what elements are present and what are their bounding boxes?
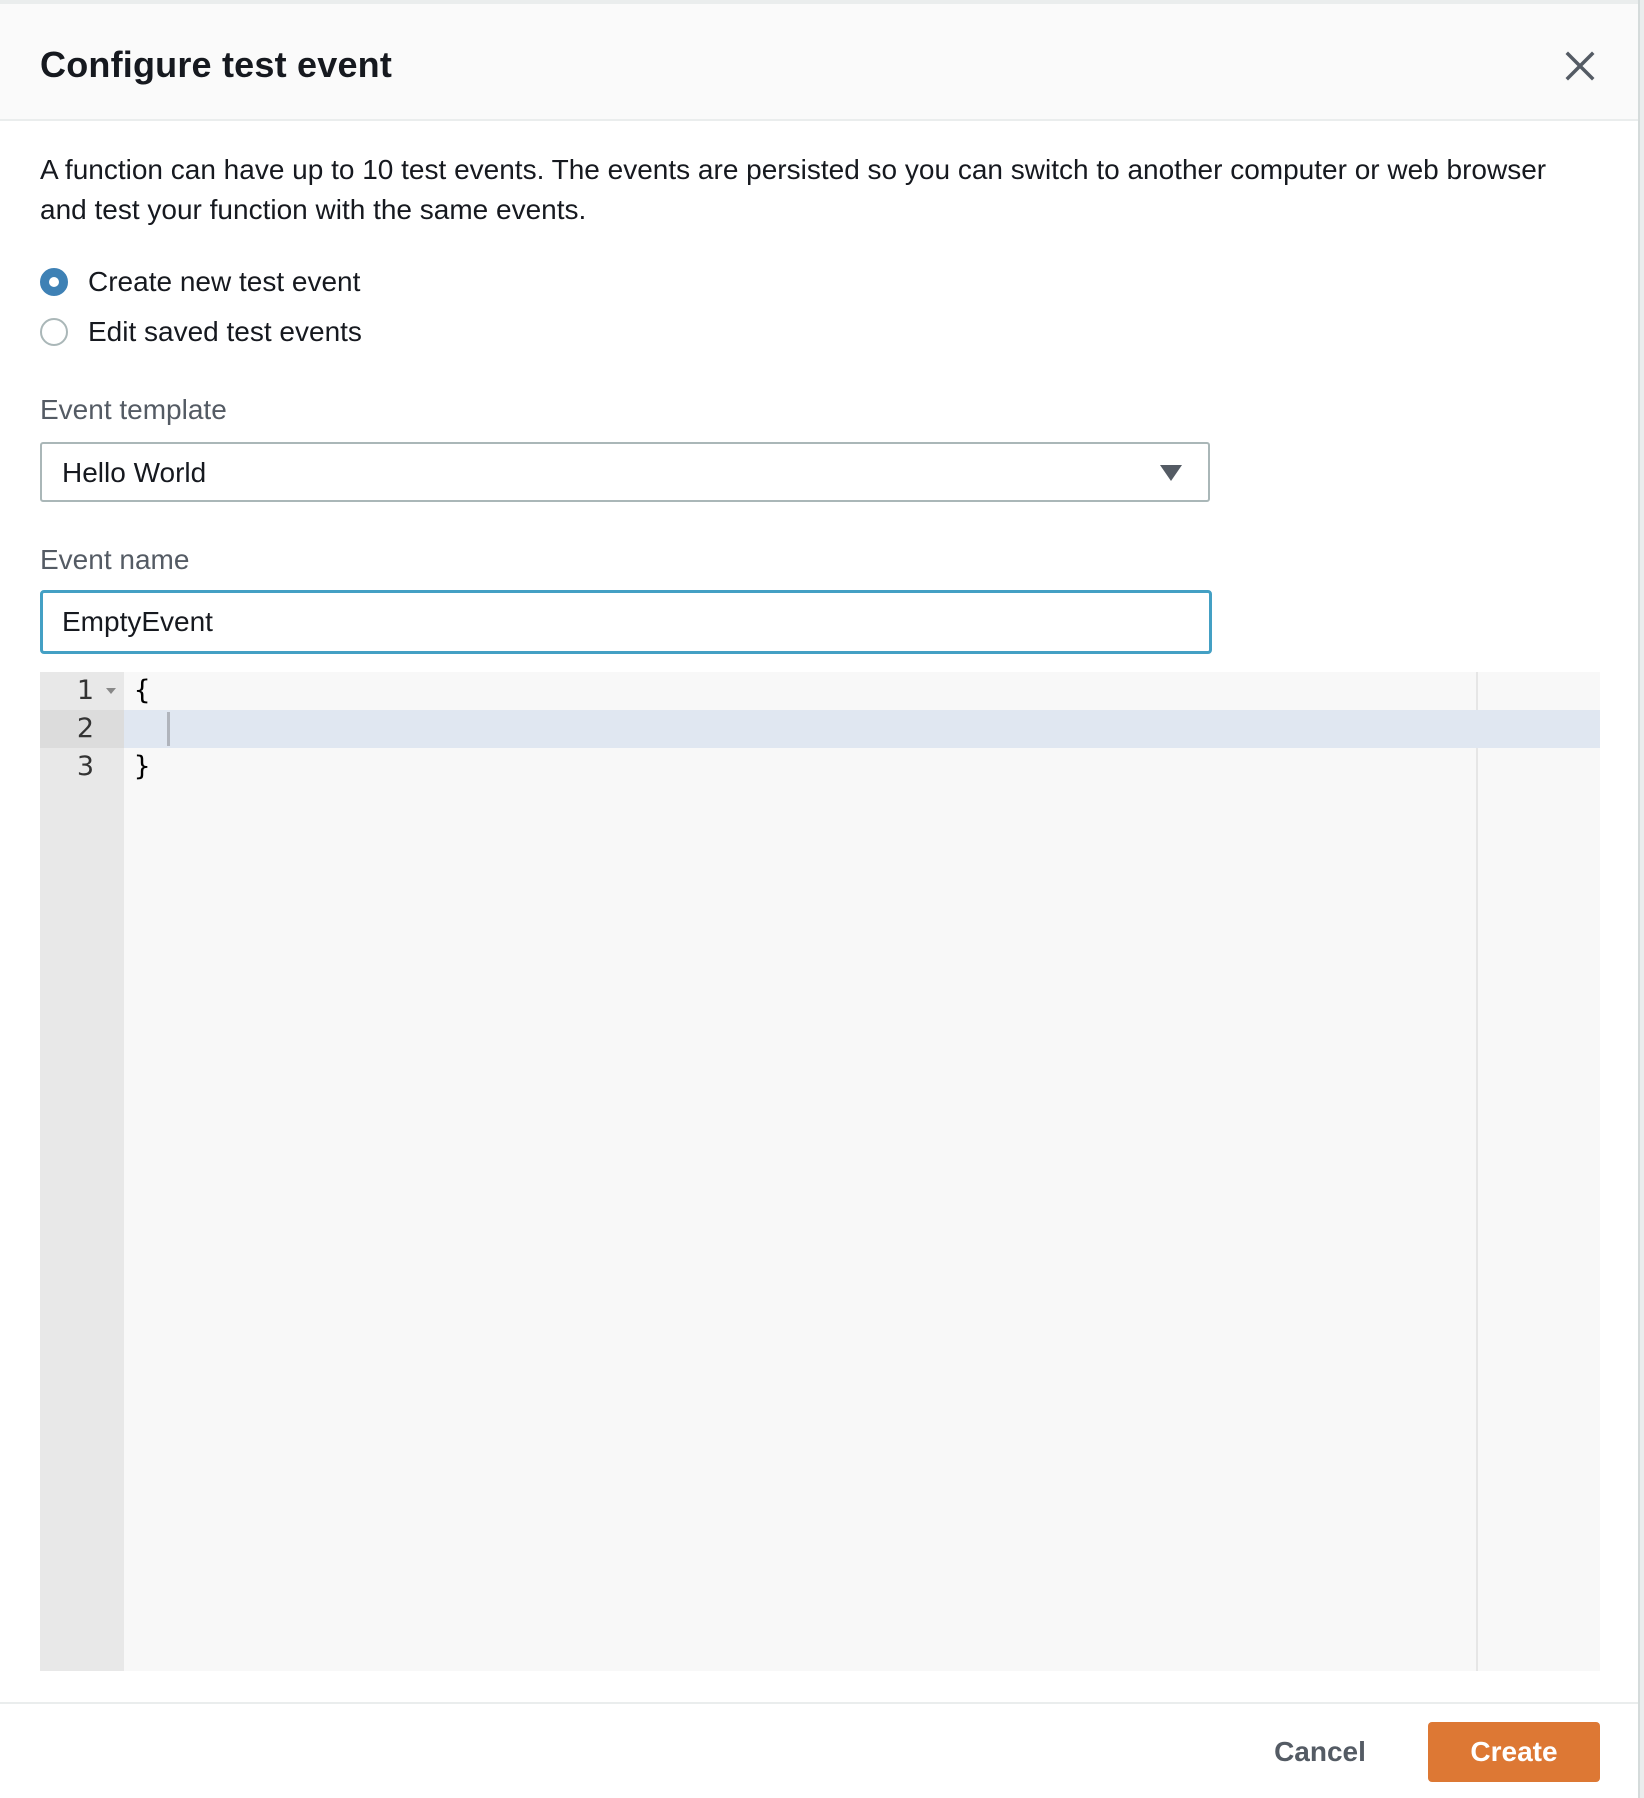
caret-down-icon bbox=[1160, 465, 1182, 481]
event-name-label: Event name bbox=[40, 544, 190, 575]
event-template-label: Event template bbox=[40, 394, 227, 425]
editor-print-margin bbox=[1476, 672, 1478, 1671]
editor-gutter bbox=[40, 672, 124, 1671]
configure-test-event-modal: Configure test event A function can have… bbox=[0, 0, 1638, 1798]
radio-create-new-test-event[interactable]: Create new test event bbox=[40, 262, 360, 302]
radio-label: Edit saved test events bbox=[88, 316, 362, 347]
event-template-select[interactable]: Hello World bbox=[40, 442, 1210, 502]
editor-line[interactable]: 1 { bbox=[40, 672, 1600, 710]
radio-edit-saved-test-events[interactable]: Edit saved test events bbox=[40, 312, 362, 352]
editor-line[interactable]: 3 } bbox=[40, 748, 1600, 786]
fold-arrow-icon[interactable] bbox=[106, 688, 116, 694]
footer-divider bbox=[0, 1702, 1638, 1704]
line-code: { bbox=[134, 675, 151, 706]
close-button[interactable] bbox=[1558, 44, 1602, 88]
event-name-input[interactable] bbox=[40, 590, 1212, 654]
background-page-edge bbox=[1638, 0, 1644, 1798]
event-template-value: Hello World bbox=[62, 457, 207, 488]
json-code-editor[interactable]: 1 { 2 3 } bbox=[40, 672, 1600, 1671]
line-number: 2 bbox=[40, 710, 124, 748]
modal-header: Configure test event bbox=[0, 4, 1638, 121]
cancel-button[interactable]: Cancel bbox=[1248, 1722, 1392, 1782]
radio-button-unchecked[interactable] bbox=[40, 318, 68, 346]
radio-button-checked[interactable] bbox=[40, 268, 68, 296]
radio-label: Create new test event bbox=[88, 266, 361, 297]
text-cursor bbox=[167, 712, 170, 746]
create-button[interactable]: Create bbox=[1428, 1722, 1600, 1782]
line-code: } bbox=[134, 751, 151, 782]
editor-line-active[interactable]: 2 bbox=[40, 710, 1600, 748]
close-icon bbox=[1565, 51, 1595, 81]
modal-title: Configure test event bbox=[40, 44, 393, 85]
line-number: 3 bbox=[76, 751, 94, 782]
modal-description: A function can have up to 10 test events… bbox=[40, 154, 1547, 225]
